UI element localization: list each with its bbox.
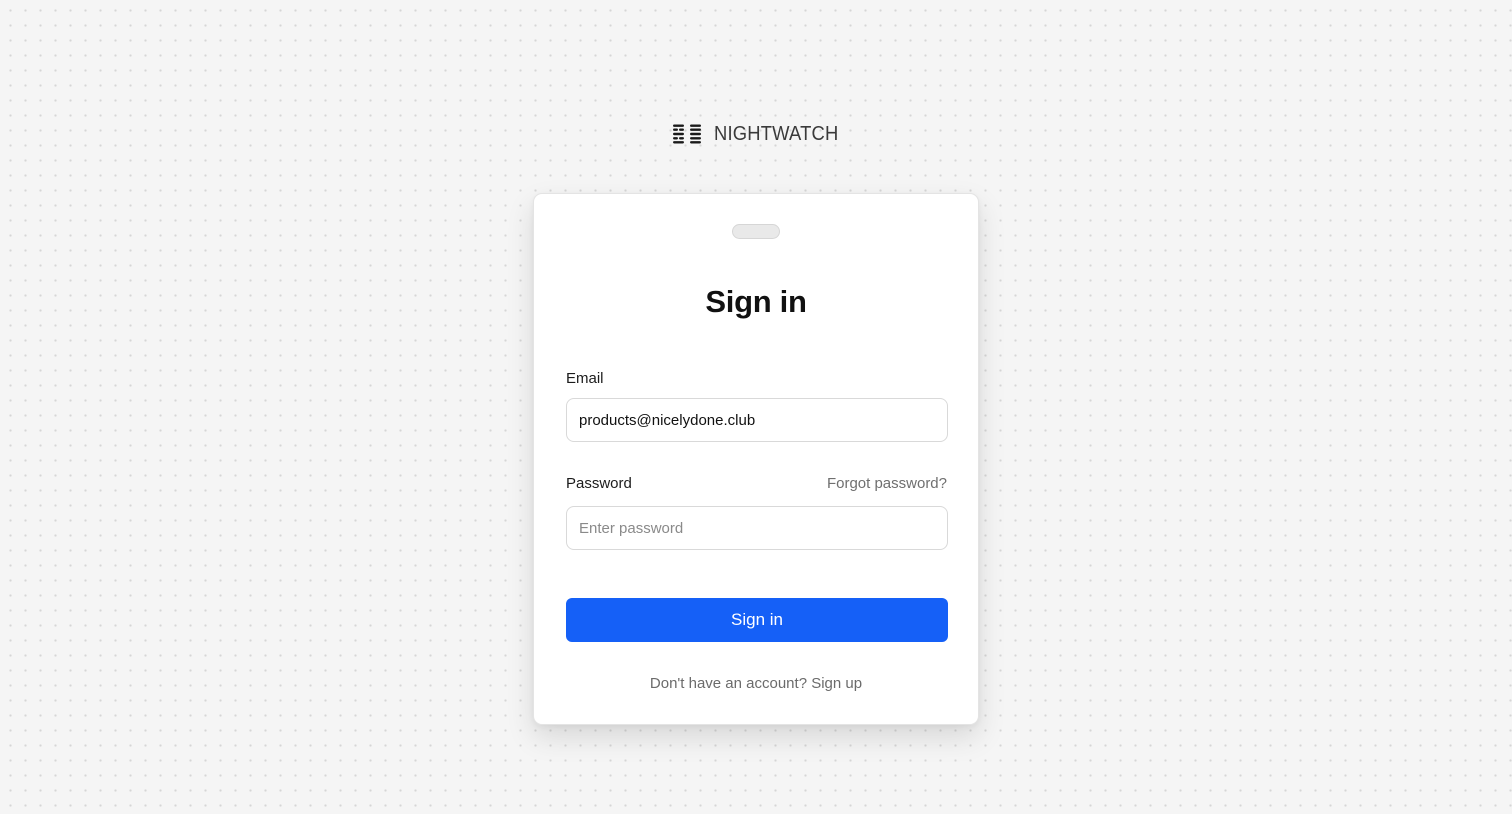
card-handle	[732, 224, 780, 239]
sign-in-card: Sign in Email Password Forgot password? …	[533, 193, 979, 725]
sign-in-button[interactable]: Sign in	[566, 598, 948, 642]
brand: NIGHTWATCH	[0, 118, 1512, 150]
email-label: Email	[566, 370, 604, 387]
page-title: Sign in	[705, 284, 807, 319]
sign-up-link[interactable]: Sign up	[811, 675, 862, 692]
email-field[interactable]	[566, 398, 948, 442]
password-label: Password	[566, 475, 632, 492]
signup-prompt: Don't have an account?	[649, 675, 808, 692]
brand-name: NIGHTWATCH	[713, 122, 839, 145]
forgot-password-link[interactable]: Forgot password?	[827, 475, 947, 492]
password-field[interactable]	[566, 506, 948, 550]
signup-row: Don't have an account? Sign up	[534, 675, 978, 692]
nightwatch-logo-icon	[672, 124, 701, 144]
